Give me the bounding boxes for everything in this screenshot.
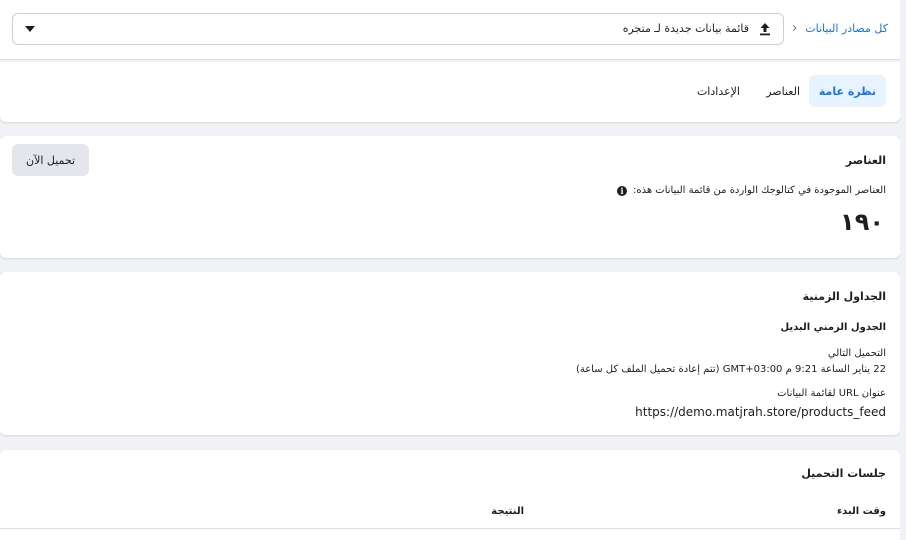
tab-overview[interactable]: نظرة عامة — [808, 75, 886, 107]
all-data-sources-link[interactable]: كل مصادر البيانات — [805, 22, 888, 35]
tabs-bar: نظرة عامة العناصر الإعدادات — [0, 62, 900, 122]
upload-now-button[interactable]: تحميل الآن — [12, 144, 90, 176]
upload-sessions-card: جلسات التحميل وقت البدء النتيجة — [0, 450, 900, 540]
items-description: العناصر الموجودة في كتالوجك الواردة من ق… — [632, 185, 886, 196]
feed-url-value: https://demo.matjrah.store/products_feed — [635, 405, 886, 419]
items-count: ١٩٠ — [840, 208, 884, 236]
upload-sessions-title: جلسات التحميل — [801, 467, 886, 480]
table-divider — [0, 528, 900, 529]
feed-select-value: قائمة بيانات جديدة لـ متجره — [622, 22, 749, 35]
tab-items[interactable]: العناصر — [756, 75, 810, 107]
breadcrumb: كل مصادر البيانات ‹ — [792, 20, 888, 36]
schedules-card: الجداول الزمنية الجدول الزمني البديل الت… — [0, 272, 900, 435]
tab-settings[interactable]: الإعدادات — [687, 75, 750, 107]
items-description-row: العناصر الموجودة في كتالوجك الواردة من ق… — [616, 185, 886, 196]
info-icon[interactable]: i — [616, 185, 627, 196]
next-upload-value: 22 يناير الساعة 9:21 م GMT+03:00 (تتم إع… — [575, 364, 886, 375]
chevron-left-icon: ‹ — [792, 20, 798, 36]
page-edge — [900, 0, 906, 540]
next-upload-label: التحميل التالي — [827, 348, 886, 359]
feed-url-label: عنوان URL لقائمة البيانات — [777, 388, 886, 399]
schedules-title: الجداول الزمنية — [802, 290, 886, 303]
feed-select[interactable]: قائمة بيانات جديدة لـ متجره — [12, 13, 784, 45]
col-start-time: وقت البدء — [837, 506, 886, 517]
alt-schedule-label: الجدول الزمني البديل — [780, 322, 886, 333]
top-bar: كل مصادر البيانات ‹ قائمة بيانات جديدة ل… — [0, 0, 906, 60]
upload-icon — [757, 21, 773, 37]
caret-down-icon — [25, 26, 35, 32]
col-result: النتيجة — [491, 506, 524, 517]
items-title: العناصر — [845, 154, 886, 167]
items-card: العناصر تحميل الآن العناصر الموجودة في ك… — [0, 136, 900, 258]
